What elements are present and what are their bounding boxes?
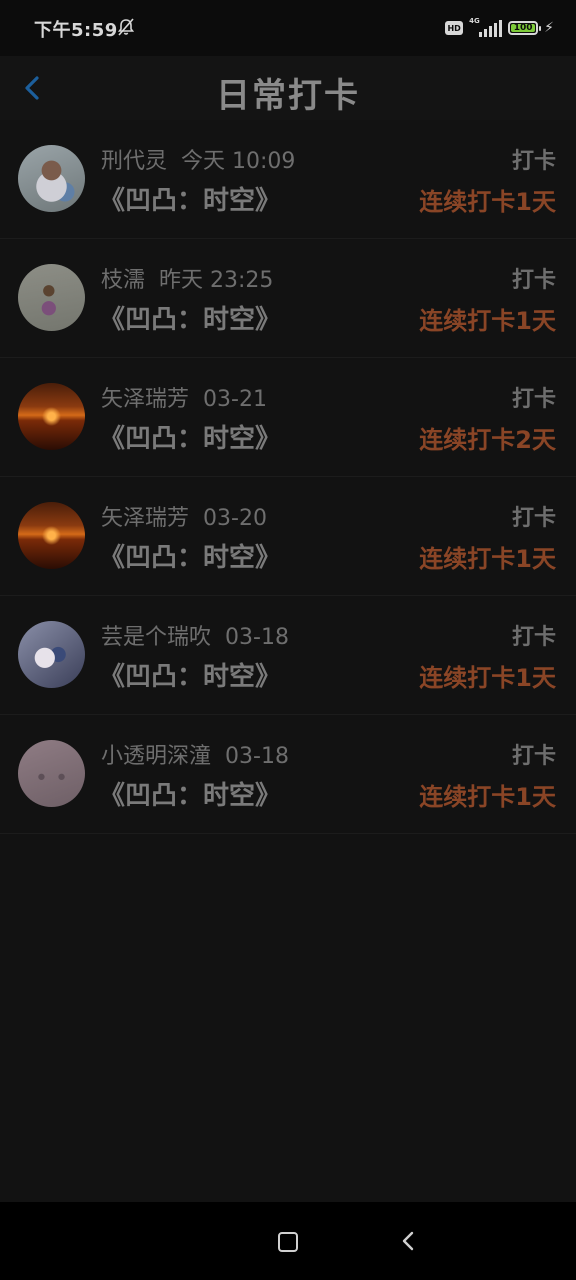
status-indicators: HD 4G 100 ⚡ <box>445 16 554 40</box>
streak-label: 连续打卡2天 <box>419 426 556 454</box>
list-item[interactable]: 芸是个瑞吹 03-18 《凹凸：时空》 打卡 连续打卡1天 <box>0 596 576 715</box>
action-label: 打卡 <box>511 268 556 293</box>
page-title: 日常打卡 <box>216 76 360 116</box>
streak-label: 连续打卡1天 <box>419 307 556 335</box>
avatar[interactable] <box>18 621 85 688</box>
user-line: 矢泽瑞芳 03-20 <box>101 500 267 532</box>
checkin-time: 昨天 23:25 <box>159 268 274 293</box>
book-title: 《凹凸：时空》 <box>99 543 282 573</box>
user-name: 小透明深潼 <box>101 744 212 769</box>
status-time: 下午5:59 <box>34 20 118 41</box>
action-label: 打卡 <box>511 625 556 650</box>
notifications-muted-icon <box>117 18 135 36</box>
home-button-icon[interactable] <box>278 1232 298 1252</box>
streak-label: 连续打卡1天 <box>419 664 556 692</box>
battery-level: 100 <box>511 23 536 33</box>
user-name: 枝濡 <box>101 268 146 293</box>
streak-label: 连续打卡1天 <box>419 545 556 573</box>
streak-label: 连续打卡1天 <box>419 783 556 811</box>
checkin-time: 03-18 <box>225 625 289 650</box>
checkin-list: 刑代灵 今天 10:09 《凹凸：时空》 打卡 连续打卡1天 枝濡 昨天 23:25… <box>0 120 576 834</box>
user-line: 矢泽瑞芳 03-21 <box>101 381 267 413</box>
signal-icon: 4G <box>469 17 503 37</box>
system-back-icon[interactable] <box>400 1230 416 1252</box>
action-label: 打卡 <box>511 149 556 174</box>
action-label: 打卡 <box>511 387 556 412</box>
user-name: 芸是个瑞吹 <box>101 625 212 650</box>
system-nav-bar <box>0 1202 576 1280</box>
avatar[interactable] <box>18 502 85 569</box>
user-name: 刑代灵 <box>101 149 168 174</box>
status-bar: 下午5:59 HD 4G 100 ⚡ <box>0 0 576 56</box>
checkin-time: 03-21 <box>203 387 267 412</box>
avatar[interactable] <box>18 740 85 807</box>
avatar[interactable] <box>18 264 85 331</box>
network-type-label: 4G <box>469 17 480 25</box>
checkin-time: 03-20 <box>203 506 267 531</box>
charging-icon: ⚡ <box>544 20 554 36</box>
book-title: 《凹凸：时空》 <box>99 781 282 811</box>
book-title: 《凹凸：时空》 <box>99 305 282 335</box>
action-label: 打卡 <box>511 744 556 769</box>
book-title: 《凹凸：时空》 <box>99 662 282 692</box>
list-item[interactable]: 枝濡 昨天 23:25 《凹凸：时空》 打卡 连续打卡1天 <box>0 239 576 358</box>
user-line: 刑代灵 今天 10:09 <box>101 143 295 175</box>
user-line: 芸是个瑞吹 03-18 <box>101 619 289 651</box>
book-title: 《凹凸：时空》 <box>99 424 282 454</box>
book-title: 《凹凸：时空》 <box>99 186 282 216</box>
list-item[interactable]: 刑代灵 今天 10:09 《凹凸：时空》 打卡 连续打卡1天 <box>0 120 576 239</box>
list-item[interactable]: 矢泽瑞芳 03-21 《凹凸：时空》 打卡 连续打卡2天 <box>0 358 576 477</box>
battery-icon: 100 <box>508 21 542 35</box>
avatar[interactable] <box>18 145 85 212</box>
user-line: 小透明深潼 03-18 <box>101 738 289 770</box>
hd-icon: HD <box>445 21 464 35</box>
list-item[interactable]: 矢泽瑞芳 03-20 《凹凸：时空》 打卡 连续打卡1天 <box>0 477 576 596</box>
user-name: 矢泽瑞芳 <box>101 387 190 412</box>
checkin-time: 03-18 <box>225 744 289 769</box>
list-item[interactable]: 小透明深潼 03-18 《凹凸：时空》 打卡 连续打卡1天 <box>0 715 576 834</box>
streak-label: 连续打卡1天 <box>419 188 556 216</box>
user-name: 矢泽瑞芳 <box>101 506 190 531</box>
header: 日常打卡 <box>0 56 576 120</box>
screen: 下午5:59 HD 4G 100 ⚡ 日常打卡 刑代灵 今天 10:09 《凹凸… <box>0 0 576 1280</box>
checkin-time: 今天 10:09 <box>181 149 296 174</box>
avatar[interactable] <box>18 383 85 450</box>
user-line: 枝濡 昨天 23:25 <box>101 262 273 294</box>
action-label: 打卡 <box>511 506 556 531</box>
